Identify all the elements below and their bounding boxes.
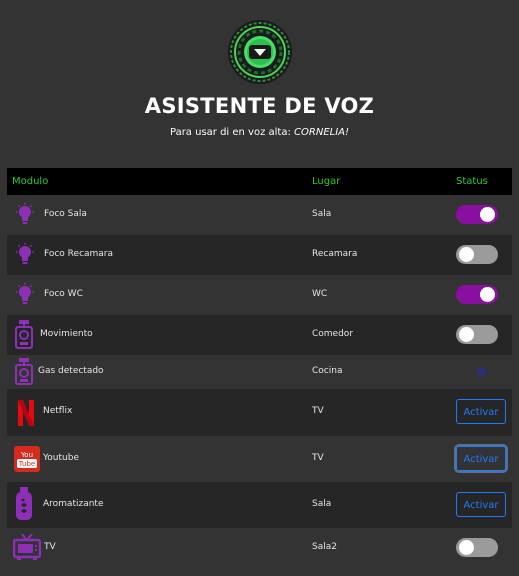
module-name: TV bbox=[44, 542, 56, 552]
column-header-place: Lugar bbox=[312, 176, 341, 187]
table-row: Movimiento Comedor bbox=[7, 315, 512, 355]
module-place: TV bbox=[312, 406, 324, 416]
activate-button[interactable]: Activar bbox=[456, 446, 506, 471]
table-row: Netflix TV Activar bbox=[7, 389, 512, 436]
table-row: Foco WC WC bbox=[7, 275, 512, 315]
activate-button[interactable]: Activar bbox=[456, 399, 506, 424]
module-name: Movimiento bbox=[40, 329, 93, 339]
lightbulb-icon bbox=[16, 243, 34, 264]
svg-text:Tube: Tube bbox=[18, 460, 35, 468]
youtube-icon: You Tube bbox=[14, 446, 40, 472]
toggle-knob bbox=[459, 540, 474, 555]
wake-word: CORNELIA! bbox=[294, 127, 350, 138]
netflix-icon bbox=[18, 400, 34, 426]
module-name: Gas detectado bbox=[38, 366, 104, 376]
module-name: Foco Sala bbox=[44, 209, 87, 219]
subtitle-prefix: Para usar di en voz alta: bbox=[169, 127, 295, 138]
toggle-knob bbox=[459, 247, 474, 262]
module-name: Foco WC bbox=[44, 289, 83, 299]
module-place: WC bbox=[312, 289, 328, 299]
air-freshener-icon bbox=[16, 487, 32, 520]
svg-text:You: You bbox=[20, 451, 33, 459]
status-toggle[interactable] bbox=[456, 205, 498, 224]
module-place: Comedor bbox=[312, 329, 354, 339]
lightbulb-icon bbox=[16, 283, 34, 304]
tv-icon bbox=[13, 534, 41, 560]
status-toggle[interactable] bbox=[456, 325, 498, 344]
motion-sensor-icon bbox=[15, 320, 33, 349]
gas-sensor-icon bbox=[15, 358, 33, 385]
gas-status-indicator bbox=[477, 367, 487, 377]
assistant-logo-icon[interactable] bbox=[227, 19, 293, 85]
toggle-knob bbox=[480, 287, 495, 302]
toggle-knob bbox=[480, 207, 495, 222]
module-name: Aromatizante bbox=[43, 499, 104, 509]
table-row: TV Sala2 bbox=[7, 528, 512, 568]
module-place: Sala2 bbox=[312, 542, 337, 552]
lightbulb-icon bbox=[16, 203, 34, 224]
toggle-knob bbox=[459, 327, 474, 342]
table-header: Modulo Lugar Status bbox=[7, 168, 512, 195]
module-name: Youtube bbox=[43, 453, 79, 463]
page-title: ASISTENTE DE VOZ bbox=[144, 94, 375, 118]
module-place: Sala bbox=[312, 499, 332, 509]
table-row: Gas detectado Cocina bbox=[7, 355, 512, 389]
module-name: Netflix bbox=[43, 406, 73, 416]
table-row: Foco Sala Sala bbox=[7, 195, 512, 235]
module-place: Recamara bbox=[312, 249, 358, 259]
devices-table: Modulo Lugar Status Foco Sala Sala Foco … bbox=[7, 168, 512, 572]
header: ASISTENTE DE VOZ Para usar di en voz alt… bbox=[0, 0, 519, 168]
status-toggle[interactable] bbox=[456, 245, 498, 264]
column-header-module: Modulo bbox=[12, 176, 49, 187]
table-row: Aromatizante Sala Activar bbox=[7, 482, 512, 528]
activate-button[interactable]: Activar bbox=[456, 492, 506, 517]
module-name: Foco Recamara bbox=[44, 249, 114, 259]
module-place: Cocina bbox=[312, 366, 343, 376]
module-place: TV bbox=[312, 453, 324, 463]
status-toggle[interactable] bbox=[456, 538, 498, 557]
table-row: You Tube Youtube TV Activar bbox=[7, 436, 512, 482]
status-toggle[interactable] bbox=[456, 285, 498, 304]
module-place: Sala bbox=[312, 209, 332, 219]
page-subtitle: Para usar di en voz alta: CORNELIA! bbox=[0, 127, 519, 138]
table-row: Foco Recamara Recamara bbox=[7, 235, 512, 275]
column-header-status: Status bbox=[456, 176, 488, 187]
